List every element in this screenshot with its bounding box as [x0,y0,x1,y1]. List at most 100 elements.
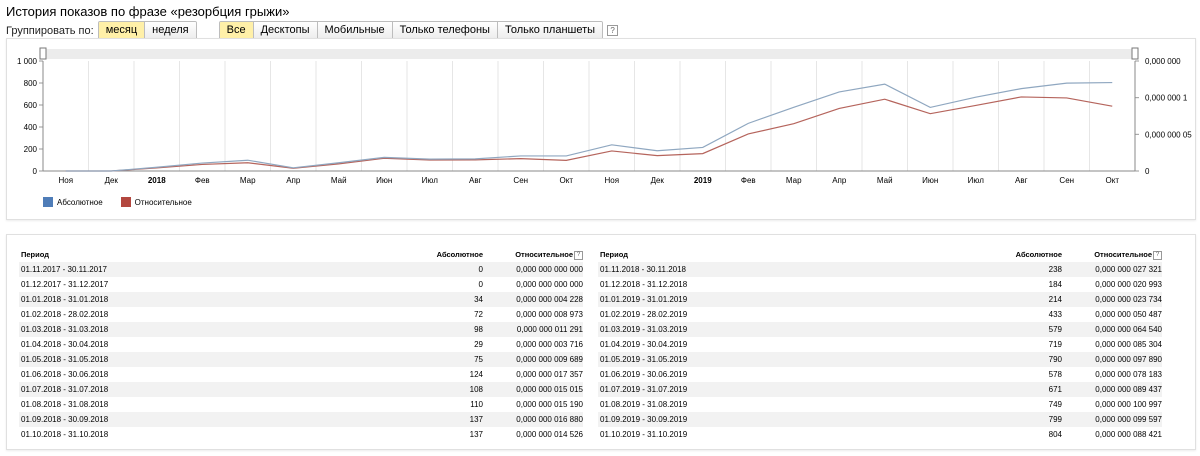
cell-absolute: 110 [470,400,483,409]
header-relative: Относительное? [483,247,583,262]
cell-period: 01.08.2018 - 31.08.2018 [21,400,109,409]
cell-absolute: 75 [474,355,483,364]
cell-absolute: 238 [1048,265,1062,274]
table-row: 01.02.2019 - 28.02.2019 433 0,000 000 050 … [598,307,1162,322]
cell-period: 01.04.2018 - 30.04.2018 [21,340,109,349]
y-tick-label-left: 800 [24,79,38,88]
table-row: 01.01.2019 - 31.01.2019 214 0,000 000 023 … [598,292,1162,307]
cell-period: 01.01.2019 - 31.01.2019 [600,295,688,304]
cell-absolute: 124 [469,370,483,379]
y-tick-label-left: 600 [24,101,38,110]
table-row: 01.11.2018 - 30.11.2018 238 0,000 000 027 … [598,262,1162,277]
help-icon[interactable]: ? [1153,250,1162,260]
data-table-left: Период Абсолютное Относительное? 01.11.2… [19,247,583,442]
history-chart: 0 200 400 600 800 1 000 0 0,000 000 05 0,000 000… [17,47,1192,185]
cell-relative: 0,000 000 017 357 [516,370,583,379]
cell-relative: 0,000 000 064 540 [1095,325,1162,334]
chart-panel: 0 200 400 600 800 1 000 0 0,000 000 05 0,000 000… [6,38,1196,220]
table-row: 01.11.2017 - 30.11.2017 0 0,000 000 000 00… [19,262,583,277]
x-tick-label: Сен [513,176,528,185]
cell-period: 01.09.2019 - 30.09.2019 [600,415,688,424]
cell-relative: 0,000 000 099 597 [1095,415,1162,424]
table-row: 01.12.2018 - 31.12.2018 184 0,000 000 020 … [598,277,1162,292]
cell-absolute: 578 [1048,370,1062,379]
table-row: 01.03.2018 - 31.03.2018 98 0,000 000 011 2… [19,322,583,337]
period-button-week[interactable]: неделя [145,22,196,39]
data-table-right: Период Абсолютное Относительное? 01.11.2… [598,247,1162,442]
device-button-desktop[interactable]: Десктопы [253,22,318,39]
table-row: 01.09.2019 - 30.09.2019 799 0,000 000 099 … [598,412,1162,427]
cell-absolute: 214 [1048,295,1062,304]
cell-relative: 0,000 000 015 015 [516,385,583,394]
x-tick-label: Июл [968,176,985,185]
cell-relative: 0,000 000 008 973 [516,310,583,319]
cell-period: 01.11.2018 - 30.11.2018 [600,265,686,274]
device-button-all[interactable]: Все [219,22,254,39]
header-absolute: Абсолютное [436,250,483,259]
range-scrollbar [43,49,1135,59]
table-row: 01.01.2018 - 31.01.2018 34 0,000 000 004 2… [19,292,583,307]
header-period: Период [600,250,628,259]
legend-swatch-absolute [43,197,53,207]
y-tick-label-right: 0,000 000 1 [1145,94,1188,103]
cell-relative: 0,000 000 004 228 [516,295,583,304]
table-header: Период Абсолютное Относительное? [19,247,583,262]
x-tick-label: Дек [651,176,665,185]
cell-relative: 0,000 000 000 000 [516,280,583,289]
table-row: 01.07.2019 - 31.07.2019 671 0,000 000 089 … [598,382,1162,397]
cell-absolute: 184 [1048,280,1062,289]
cell-period: 01.07.2018 - 31.07.2018 [21,385,109,394]
x-tick-label: Июн [376,176,392,185]
table-row: 01.08.2018 - 31.08.2018 110 0,000 000 015 … [19,397,583,412]
range-handle-left [39,47,47,60]
cell-absolute: 29 [474,340,483,349]
device-button-tablets[interactable]: Только планшеты [497,22,603,39]
cell-relative: 0,000 000 100 997 [1095,400,1162,409]
table-row: 01.10.2018 - 31.10.2018 137 0,000 000 014 … [19,427,583,442]
y-tick-label-left: 200 [24,145,38,154]
table-header: Период Абсолютное Относительное? [598,247,1162,262]
page-title: История показов по фразе «резорбция грыж… [6,4,290,19]
cell-absolute: 790 [1048,355,1062,364]
cell-relative: 0,000 000 003 716 [516,340,583,349]
table-row: 01.06.2019 - 30.06.2019 578 0,000 000 078 … [598,367,1162,382]
help-icon[interactable]: ? [574,250,583,260]
cell-period: 01.02.2018 - 28.02.2018 [21,310,109,319]
cell-relative: 0,000 000 000 000 [516,265,583,274]
cell-period: 01.08.2019 - 31.08.2019 [600,400,688,409]
cell-absolute: 98 [474,325,483,334]
cell-absolute: 0 [478,280,483,289]
x-tick-label: Окт [1106,176,1120,185]
cell-absolute: 0 [478,265,483,274]
legend-label-relative: Относительное [134,197,192,207]
legend-swatch-relative [120,197,131,207]
x-tick-label: Апр [832,176,847,185]
period-button-month[interactable]: месяц [98,22,146,39]
cell-relative: 0,000 000 015 190 [516,400,583,409]
table-row: 01.08.2019 - 31.08.2019 749 0,000 000 100 … [598,397,1162,412]
table-row: 01.02.2018 - 28.02.2018 72 0,000 000 008 9… [19,307,583,322]
help-icon[interactable]: ? [607,25,619,36]
x-tick-label: Мар [240,176,256,185]
device-button-phones[interactable]: Только телефоны [392,22,498,39]
y-tick-label-right: 0,000 000 05 [1145,130,1192,139]
x-tick-label: Сен [1059,176,1074,185]
x-tick-label: Июл [422,176,439,185]
cell-relative: 0,000 000 085 304 [1095,340,1162,349]
cell-absolute: 433 [1048,310,1062,319]
x-tick-label: Фев [741,176,756,185]
cell-period: 01.10.2018 - 31.10.2018 [21,430,109,439]
cell-absolute: 137 [469,415,483,424]
cell-period: 01.03.2018 - 31.03.2018 [21,325,109,334]
x-tick-label: 2018 [148,176,166,185]
legend-label-absolute: Абсолютное [57,197,103,207]
device-button-mobile[interactable]: Мобильные [317,22,393,39]
cell-period: 01.06.2019 - 30.06.2019 [600,370,688,379]
legend-item-absolute[interactable]: Абсолютное [43,197,103,207]
cell-absolute: 34 [474,295,483,304]
table-row: 01.05.2018 - 31.05.2018 75 0,000 000 009 6… [19,352,583,367]
legend-item-relative[interactable]: Относительное [120,197,192,207]
cell-relative: 0,000 000 020 993 [1095,280,1162,289]
cell-period: 01.01.2018 - 31.01.2018 [21,295,109,304]
cell-absolute: 72 [474,310,483,319]
